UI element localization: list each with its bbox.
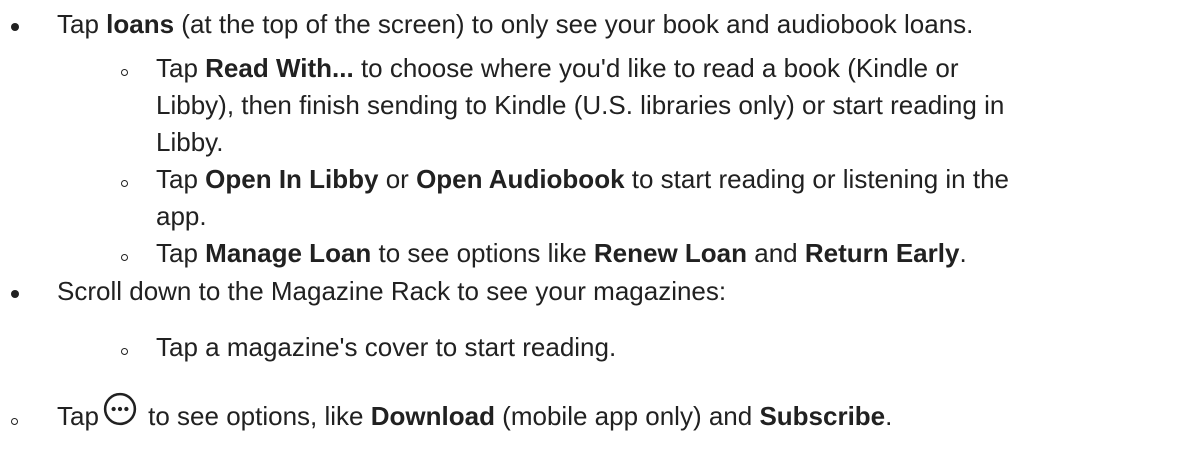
sub-list-item: Tap Read With... to choose where you'd l… [156, 50, 959, 86]
bold-term: Return Early [804, 238, 960, 268]
sub-bullet [121, 180, 128, 187]
bold-term: Open Audiobook [416, 164, 625, 194]
sub-bullet [121, 348, 128, 355]
text-run: (mobile app only) and [494, 401, 760, 431]
text-run: . [885, 401, 893, 431]
text-run: Tap [156, 164, 206, 194]
text-run: Tap a magazine's cover to start reading. [156, 332, 617, 362]
sub-list-item: Tap Open In Libby or Open Audiobook to s… [156, 161, 1009, 197]
last-item-text: to see options, like Download (mobile ap… [141, 401, 892, 431]
list-item: Scroll down to the Magazine Rack to see … [57, 273, 726, 309]
text-run: Libby. [156, 127, 224, 157]
bold-term: Open In Libby [205, 164, 379, 194]
sub-bullet [11, 418, 18, 425]
text-run: Scroll down to the Magazine Rack to see … [57, 276, 727, 306]
text-run: . [959, 238, 967, 268]
text-run: Tap [156, 53, 206, 83]
list-item: Tap loans (at the top of the screen) to … [57, 6, 973, 42]
bold-term: loans [106, 9, 175, 39]
text-run: and [747, 238, 805, 268]
text-run: to see options, like [140, 401, 371, 431]
bold-term: Manage Loan [205, 238, 372, 268]
bold-term: Read With... [205, 53, 354, 83]
text-run: Libby), then finish sending to Kindle (U… [156, 90, 1005, 120]
sub-list-item: Tap a magazine's cover to start reading. [156, 329, 616, 365]
bold-term: Subscribe [759, 401, 886, 431]
sub-list-item: Tap to see options, like Download (mobil… [57, 392, 892, 438]
text-run: to see options like [371, 238, 594, 268]
text-run: or [378, 164, 417, 194]
bullet [11, 23, 19, 31]
sub-bullet [121, 254, 128, 261]
text-run: Tap [57, 9, 107, 39]
sub-list-item-continuation: Libby), then finish sending to Kindle (U… [156, 87, 1004, 123]
bullet [11, 290, 19, 298]
text-run: (at the top of the screen) to only see y… [174, 9, 974, 39]
text-run: to start reading or listening in the [624, 164, 1009, 194]
text-run: Tap [156, 238, 206, 268]
bold-term: Download [370, 401, 495, 431]
sub-bullet [121, 69, 128, 76]
tap-label: Tap [57, 401, 99, 431]
text-run: app. [156, 201, 207, 231]
more-options-icon [103, 392, 137, 426]
bold-term: Renew Loan [593, 238, 748, 268]
sub-list-item-continuation: app. [156, 198, 207, 234]
sub-list-item-continuation: Libby. [156, 124, 223, 160]
sub-list-item: Tap Manage Loan to see options like Rene… [156, 235, 967, 271]
text-run: to choose where you'd like to read a boo… [353, 53, 959, 83]
